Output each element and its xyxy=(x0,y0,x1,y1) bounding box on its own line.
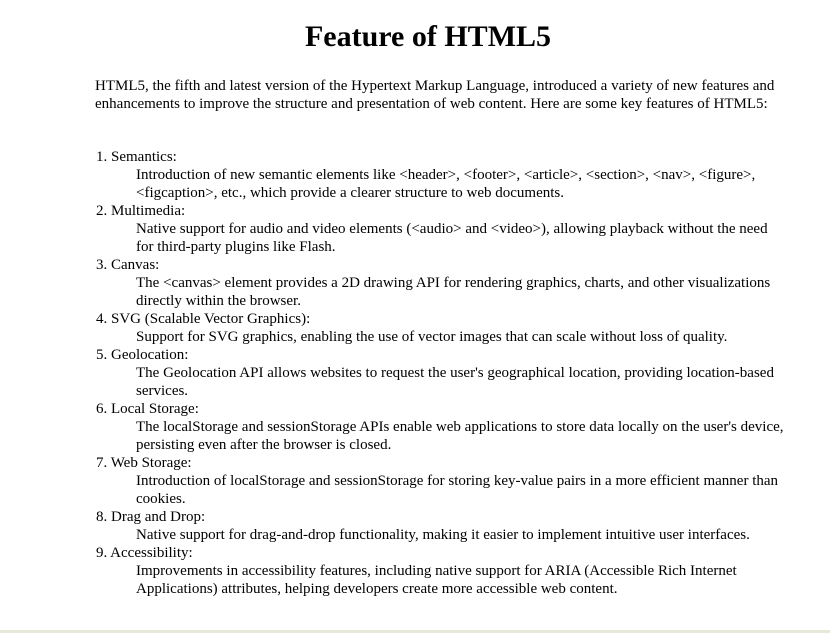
feature-term: 7. Web Storage: xyxy=(96,455,192,471)
feature-term: 5. Geolocation: xyxy=(96,347,189,363)
feature-description: Improvements in accessibility features, … xyxy=(136,563,737,597)
feature-term: 8. Drag and Drop: xyxy=(96,509,206,525)
feature-description: Introduction of new semantic elements li… xyxy=(136,167,756,201)
feature-description: Native support for drag-and-drop functio… xyxy=(136,527,750,543)
feature-description: Native support for audio and video eleme… xyxy=(136,221,768,255)
feature-description: Support for SVG graphics, enabling the u… xyxy=(136,329,728,345)
feature-list: 1. Semantics: Introduction of new semant… xyxy=(96,148,786,598)
feature-description: Introduction of localStorage and session… xyxy=(136,473,779,507)
feature-description: The <canvas> element provides a 2D drawi… xyxy=(136,275,771,309)
feature-term: 4. SVG (Scalable Vector Graphics): xyxy=(96,311,311,327)
feature-term: 6. Local Storage: xyxy=(96,401,199,417)
feature-term: 3. Canvas: xyxy=(96,257,160,273)
feature-description: The localStorage and sessionStorage APIs… xyxy=(136,419,784,453)
feature-term: 1. Semantics: xyxy=(96,149,177,165)
page-title: Feature of HTML5 xyxy=(304,20,552,53)
feature-term: 2. Multimedia: xyxy=(96,203,186,219)
feature-description: The Geolocation API allows websites to r… xyxy=(136,365,774,399)
feature-term: 9. Accessibility: xyxy=(96,545,193,561)
document-page: Feature of HTML5 HTML5, the fifth and la… xyxy=(0,0,830,633)
intro-paragraph: HTML5, the fifth and latest version of t… xyxy=(95,78,775,112)
